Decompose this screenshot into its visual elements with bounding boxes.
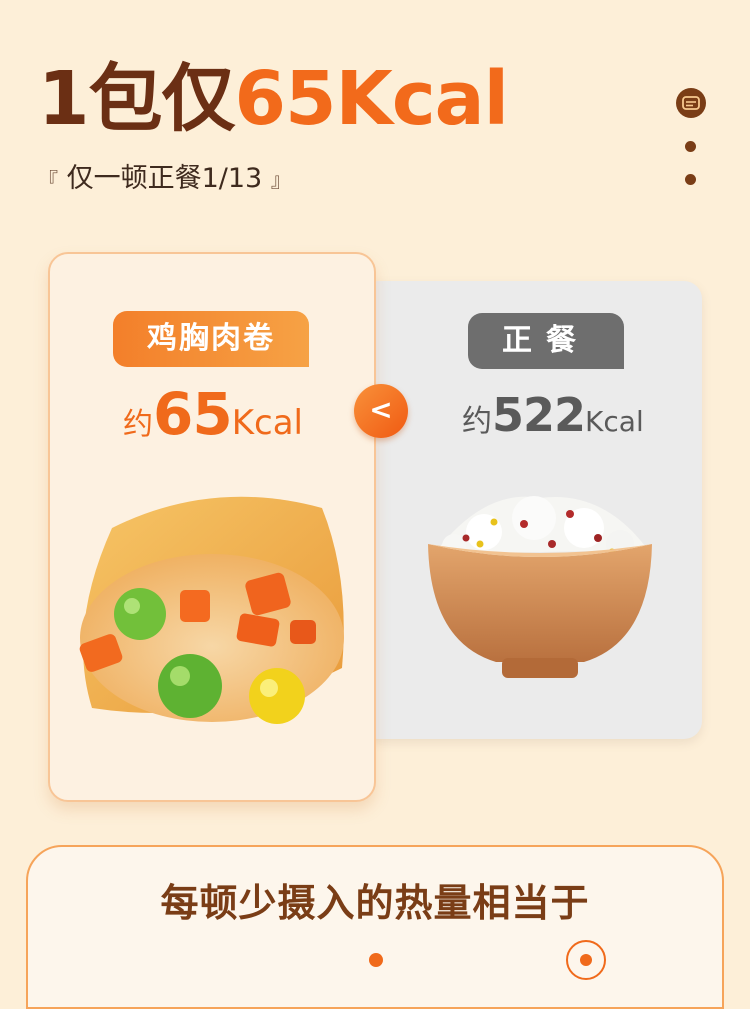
subtitle-open-quote: 『 — [38, 168, 58, 192]
chicken-roll-kcal: 约65Kcal — [123, 380, 303, 448]
rice-bowl-image — [428, 496, 652, 678]
savings-card — [26, 845, 724, 1009]
savings-title: 每顿少摄入的热量相当于 — [160, 881, 590, 925]
subtitle-text: 仅一顿正餐1/13 — [66, 163, 263, 194]
chicken-roll-image — [79, 496, 344, 724]
chicken-roll-kcal-value: 65 — [153, 380, 233, 448]
timeline-dot — [369, 953, 383, 967]
chicken-roll-tag: 鸡胸肉卷 — [113, 311, 309, 367]
headline-prefix: 1包仅 — [38, 56, 235, 142]
subtitle: 『 仅一顿正餐1/13 』 — [38, 156, 291, 195]
meal-kcal: 约522Kcal — [462, 388, 644, 442]
chicken-roll-kcal-prefix: 约 — [123, 407, 153, 442]
timeline-ring-dot — [566, 940, 606, 980]
less-than-badge: < — [354, 384, 408, 438]
subtitle-close-quote: 』 — [270, 168, 291, 192]
headline: 1包仅65Kcal — [38, 62, 509, 136]
meal-kcal-unit: Kcal — [585, 405, 644, 438]
meal-kcal-value: 522 — [492, 388, 586, 442]
food-box-icon — [676, 88, 706, 118]
headline-kcal: 65Kcal — [234, 56, 509, 142]
meal-tag: 正餐 — [468, 313, 624, 369]
decor-dot-1 — [685, 141, 696, 152]
chicken-roll-kcal-unit: Kcal — [231, 403, 303, 443]
decor-dot-2 — [685, 174, 696, 185]
meal-kcal-prefix: 约 — [462, 404, 492, 439]
